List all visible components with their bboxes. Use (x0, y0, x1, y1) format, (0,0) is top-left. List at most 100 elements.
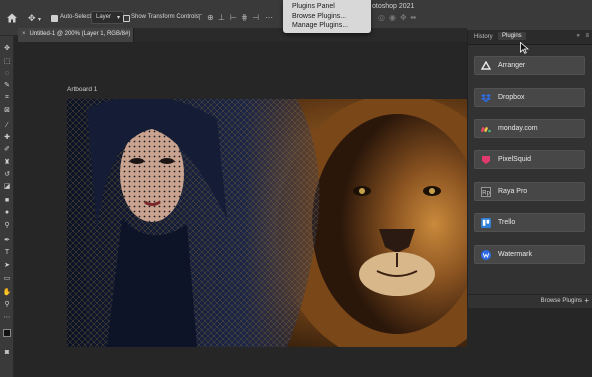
quick-mask-toggle[interactable]: ◙ (2, 348, 12, 358)
move-tool-icon[interactable]: ✥ (28, 13, 36, 23)
auto-select-checkbox[interactable] (51, 15, 58, 22)
add-plugin-icon[interactable]: + (584, 296, 589, 305)
brush-icon: ✐ (4, 146, 10, 153)
collapse-icon[interactable]: » (576, 33, 579, 39)
plugin-watermark[interactable]: Watermark (474, 245, 585, 264)
3d-pan-icon: ✥ (400, 13, 407, 22)
plugin-label: Raya Pro (498, 188, 528, 195)
chevron-down-icon: ▾ (117, 15, 121, 21)
auto-select-label: Auto-Select: (60, 14, 93, 20)
composite-image (67, 99, 517, 347)
plugin-monday[interactable]: monday.com (474, 119, 585, 138)
eyedropper-tool[interactable]: ⁄ (2, 121, 12, 131)
quick-select-tool[interactable]: ✎ (2, 81, 12, 91)
lasso-tool[interactable]: ◌ (2, 69, 12, 79)
panel-controls: » ≡ (576, 33, 589, 39)
panel-menu-icon[interactable]: ≡ (585, 33, 589, 39)
auto-select-target-select[interactable]: Layer ▾ (91, 11, 125, 24)
crop-tool[interactable]: ⌗ (2, 93, 12, 103)
hand-icon: ✋ (2, 289, 12, 296)
frame-icon: ⊠ (4, 107, 10, 114)
dropbox-icon (481, 94, 491, 103)
more-icon: ⋯ (3, 314, 11, 321)
type-icon: T (4, 249, 10, 256)
svg-text:Rp: Rp (482, 190, 490, 196)
stamp-tool[interactable]: ♜ (2, 158, 12, 168)
document-tab-bar: × Untitled-1 @ 200% (Layer 1, RGB/8#) (18, 28, 467, 42)
marquee-tool[interactable]: ⬚ (2, 57, 12, 67)
pen-icon: ✒ (4, 237, 10, 244)
bandage-icon: ✚ (4, 134, 10, 141)
panel-tabs: History Plugins » ≡ (468, 30, 592, 45)
rectangle-icon: ▭ (3, 275, 11, 282)
eraser-icon: ◪ (3, 183, 11, 190)
align-left-icon[interactable]: ⊢ (230, 13, 237, 22)
menu-item-browse-plugins[interactable]: Browse Plugins... (292, 12, 371, 22)
watermark-icon (481, 250, 491, 260)
history-brush-tool[interactable]: ↺ (2, 170, 12, 180)
zoom-tool[interactable]: ⚲ (2, 300, 12, 310)
blur-tool[interactable]: ● (2, 208, 12, 218)
quick-mask-icon: ◙ (4, 349, 10, 356)
plugin-pixelsquid[interactable]: PixelSquid (474, 150, 585, 169)
mouse-cursor-icon (520, 42, 529, 54)
more-tools[interactable]: ⋯ (2, 313, 12, 323)
raya-pro-icon: Rp (481, 187, 491, 197)
menu-item-manage-plugins[interactable]: Manage Plugins... (292, 21, 371, 31)
panel-dock-empty (467, 308, 592, 377)
zoom-icon: ⚲ (4, 301, 10, 308)
align-bottom-icon[interactable]: ⊥ (218, 13, 225, 22)
menu-item-plugins-panel[interactable]: Plugins Panel (292, 2, 371, 12)
plugin-arranger[interactable]: Arranger (474, 56, 585, 75)
browse-plugins-link[interactable]: Browse Plugins (541, 298, 582, 304)
align-vertical-center-icon[interactable]: ⊕ (207, 13, 214, 22)
home-icon[interactable] (6, 12, 18, 24)
tab-history[interactable]: History (470, 33, 497, 41)
plugin-label: Trello (498, 219, 516, 226)
plugin-raya-pro[interactable]: Rp Raya Pro (474, 182, 585, 201)
plugin-dropbox[interactable]: Dropbox (474, 88, 585, 107)
move-tool[interactable]: ✥ (2, 44, 12, 54)
history-brush-icon: ↺ (4, 171, 10, 178)
align-right-icon[interactable]: ⊣ (252, 13, 259, 22)
3d-rotate-icon: ◎ (378, 13, 385, 22)
distribute-icon[interactable]: ⋯ (265, 13, 273, 22)
tab-plugins[interactable]: Plugins (498, 32, 526, 40)
show-transform-checkbox[interactable] (123, 15, 130, 22)
plugin-label: PixelSquid (498, 156, 532, 163)
document-tab-label: Untitled-1 @ 200% (Layer 1, RGB/8#) (29, 31, 131, 37)
shape-tool[interactable]: ▭ (2, 274, 12, 284)
eraser-tool[interactable]: ◪ (2, 182, 12, 192)
align-horizontal-center-icon[interactable]: ⋕ (241, 13, 248, 22)
marquee-icon: ⬚ (3, 58, 11, 65)
chevron-down-icon[interactable]: ▾ (38, 15, 41, 25)
type-tool[interactable]: T (2, 248, 12, 258)
close-icon[interactable]: × (22, 31, 26, 37)
plugin-label: Arranger (498, 62, 526, 69)
lasso-icon: ◌ (4, 70, 10, 77)
artboard-label: Artboard 1 (67, 86, 98, 93)
document-tab[interactable]: × Untitled-1 @ 200% (Layer 1, RGB/8#) (18, 28, 134, 42)
align-top-icon[interactable]: ⊤ (196, 13, 203, 22)
plugins-panel: History Plugins » ≡ Arranger Dropbox mon… (467, 30, 592, 308)
brush-tool[interactable]: ✐ (2, 145, 12, 155)
healing-tool[interactable]: ✚ (2, 133, 12, 143)
artboard-image[interactable] (67, 99, 517, 347)
pen-tool[interactable]: ✒ (2, 236, 12, 246)
move-icon: ✥ (4, 45, 10, 52)
plugin-trello[interactable]: Trello (474, 213, 585, 232)
arranger-icon (481, 61, 491, 70)
frame-tool[interactable]: ⊠ (2, 106, 12, 116)
dodge-tool[interactable]: ⚲ (2, 221, 12, 231)
hand-tool[interactable]: ✋ (2, 288, 12, 298)
plugin-label: Dropbox (498, 94, 525, 101)
crop-icon: ⌗ (5, 94, 9, 101)
show-transform-label: Show Transform Controls (131, 14, 199, 20)
trello-icon (481, 218, 491, 228)
foreground-color-swatch[interactable] (3, 329, 11, 337)
tools-panel: ✥ ⬚ ◌ ✎ ⌗ ⊠ ⁄ ✚ ✐ ♜ ↺ ◪ ■ ● ⚲ ✒ T ➤ ▭ ✋ … (0, 36, 14, 377)
path-select-tool[interactable]: ➤ (2, 261, 12, 271)
plugin-label: monday.com (498, 125, 538, 132)
panel-footer: Browse Plugins + (468, 294, 592, 308)
gradient-tool[interactable]: ■ (2, 196, 12, 206)
